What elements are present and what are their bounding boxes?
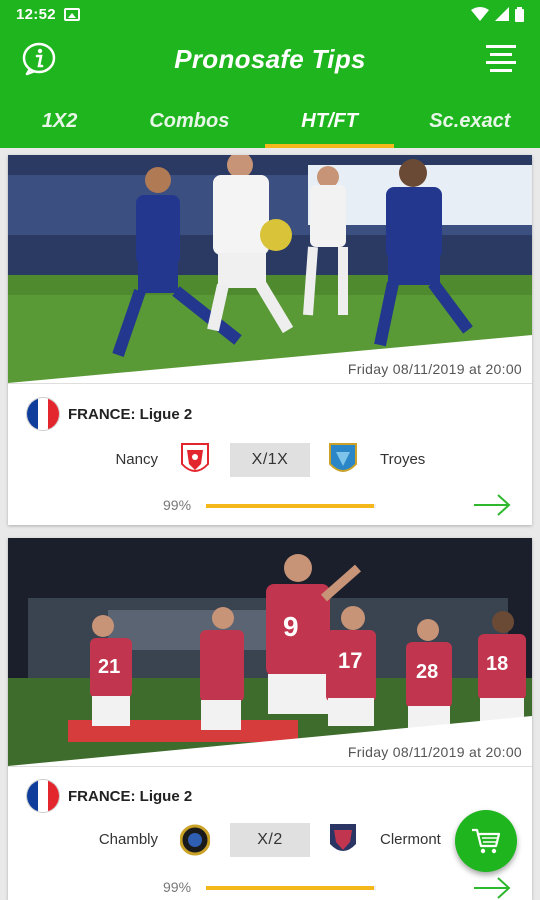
cart-button[interactable] xyxy=(455,810,517,872)
card-divider xyxy=(8,383,532,384)
battery-icon xyxy=(515,6,524,22)
league-name: FRANCE: Ligue 2 xyxy=(68,787,193,805)
match-date: Friday 08/11/2019 at 20:00 xyxy=(347,361,522,377)
status-icons xyxy=(471,6,524,22)
app-bar: Pronosafe Tips xyxy=(0,28,540,92)
confidence-label: 99% xyxy=(163,879,192,895)
league-row: FRANCE: Ligue 2 xyxy=(26,779,192,813)
confidence-bar-fill xyxy=(206,504,375,508)
match-date: Friday 08/11/2019 at 20:00 xyxy=(347,744,522,760)
svg-text:21: 21 xyxy=(98,656,120,678)
image-notification-icon xyxy=(63,7,80,21)
france-flag-icon xyxy=(26,397,60,431)
match-row: Nancy X/1X Troyes xyxy=(8,442,532,478)
cart-icon xyxy=(472,828,501,854)
prediction-pick: X/1X xyxy=(230,443,310,477)
confidence-bar xyxy=(206,504,376,508)
svg-text:18: 18 xyxy=(486,653,508,675)
arrow-right-icon[interactable] xyxy=(472,492,512,518)
home-team: Nancy xyxy=(115,451,158,468)
arrow-right-icon[interactable] xyxy=(472,875,512,900)
wifi-icon xyxy=(471,7,489,21)
confidence-label: 99% xyxy=(163,497,192,513)
svg-text:17: 17 xyxy=(338,648,362,673)
prediction-pick: X/2 xyxy=(230,823,310,857)
signal-icon xyxy=(495,7,509,21)
away-team: Troyes xyxy=(380,451,426,468)
svg-text:28: 28 xyxy=(416,661,438,683)
status-bar: 12:52 xyxy=(0,0,540,28)
tab-htft[interactable]: HT/FT xyxy=(259,92,399,148)
tab-score-exact[interactable]: Sc.exact xyxy=(400,92,540,148)
chambly-crest-icon xyxy=(180,824,210,856)
match-card[interactable]: 9 17 21 28 18 Friday 08/11/2019 at 20:00… xyxy=(8,538,532,900)
confidence-bar xyxy=(206,886,376,890)
confidence-row: 99% xyxy=(8,495,532,515)
clermont-crest-icon xyxy=(330,824,356,851)
home-team: Chambly xyxy=(98,831,158,848)
status-time: 12:52 xyxy=(16,5,56,23)
tab-combos[interactable]: Combos xyxy=(119,92,259,148)
away-team: Clermont xyxy=(380,831,441,848)
tab-bar: 1X2 Combos HT/FT Sc.exact xyxy=(0,92,540,148)
app-title: Pronosafe Tips xyxy=(174,44,366,74)
troyes-crest-icon xyxy=(329,443,357,472)
svg-text:9: 9 xyxy=(283,611,299,642)
match-row: Chambly X/2 Clermont xyxy=(8,822,532,858)
nancy-crest-icon xyxy=(181,443,209,472)
match-photo: Friday 08/11/2019 at 20:00 xyxy=(8,155,532,383)
match-photo: 9 17 21 28 18 Friday 08/11/2019 at 20:00 xyxy=(8,538,532,766)
france-flag-icon xyxy=(26,779,60,813)
league-row: FRANCE: Ligue 2 xyxy=(26,397,192,431)
match-card[interactable]: Friday 08/11/2019 at 20:00 FRANCE: Ligue… xyxy=(8,155,532,525)
confidence-bar-fill xyxy=(206,886,375,890)
menu-icon[interactable] xyxy=(486,45,516,73)
card-divider xyxy=(8,766,532,767)
league-name: FRANCE: Ligue 2 xyxy=(68,405,193,423)
tab-1x2[interactable]: 1X2 xyxy=(0,92,119,148)
confidence-row: 99% xyxy=(8,877,532,897)
